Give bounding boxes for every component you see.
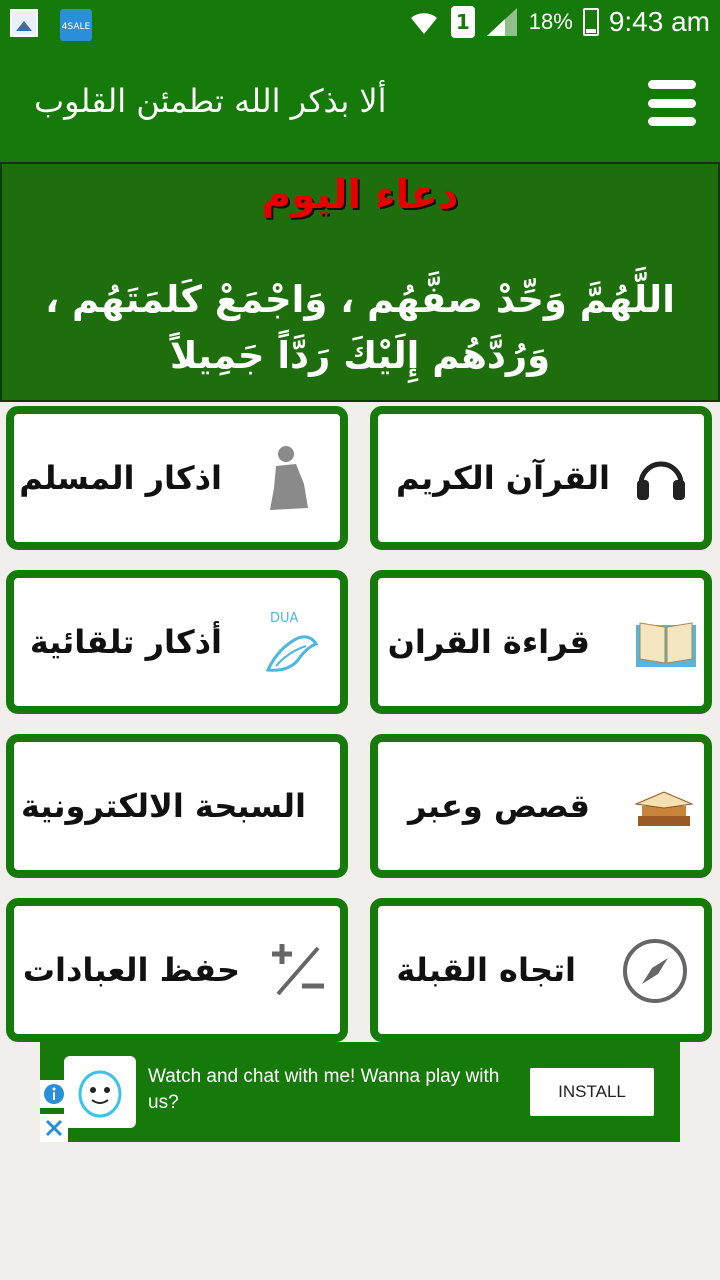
menu-label: حفظ العبادات <box>22 951 240 989</box>
wifi-icon <box>410 13 437 34</box>
signal-icon <box>486 8 517 36</box>
praying-person-icon <box>260 444 318 516</box>
clock-time: 9:43 am <box>608 6 710 37</box>
svg-text:DUA: DUA <box>270 611 299 626</box>
hamburger-menu-icon[interactable] <box>648 80 696 126</box>
dua-hands-icon: DUA <box>258 608 328 678</box>
menu-card-electronic-tasbih[interactable]: السبحة الالكترونية <box>6 734 348 878</box>
menu-label: اذكار المسلم <box>19 459 222 497</box>
menu-card-qibla-direction[interactable]: اتجاه القبلة <box>370 898 712 1042</box>
menu-label: قراءة القران <box>387 623 590 661</box>
ad-install-button[interactable]: INSTALL <box>530 1068 654 1116</box>
menu-card-muslim-adhkar[interactable]: اذكار المسلم <box>6 406 348 550</box>
menu-card-auto-adhkar[interactable]: DUA أذكار تلقائية <box>6 570 348 714</box>
sim-slot-indicator: 1 <box>450 6 475 38</box>
ad-banner[interactable]: Watch and chat with me! Wanna play with … <box>40 1042 680 1142</box>
books-stack-icon <box>632 778 696 836</box>
sale-badge-text: 4SALE <box>61 22 91 32</box>
battery-percent: 18% <box>528 9 573 34</box>
menu-label: قصص وعبر <box>408 787 590 825</box>
menu-label: اتجاه القبلة <box>396 951 576 989</box>
open-book-icon <box>634 614 698 672</box>
app-bar: ألا بذكر الله تطمئن القلوب <box>0 50 720 162</box>
menu-label: أذكار تلقائية <box>29 623 222 661</box>
plus-minus-icon <box>268 940 328 1000</box>
ad-text: Watch and chat with me! Wanna play with … <box>148 1066 500 1113</box>
headphones-icon <box>632 450 690 508</box>
status-bar: 4SALE 1 18% 9:43 am <box>0 0 720 50</box>
menu-label: السبحة الالكترونية <box>21 787 306 825</box>
gallery-notification-icon <box>10 9 38 37</box>
battery-icon <box>582 8 599 36</box>
compass-icon <box>620 936 690 1006</box>
sale-app-notification-icon: 4SALE <box>60 9 92 41</box>
dua-text: اللَّهُمَّ وَحِّدْ صفَّهُم ، وَاجْمَعْ ك… <box>45 278 675 377</box>
menu-card-worship-tracker[interactable]: حفظ العبادات <box>6 898 348 1042</box>
ad-app-logo <box>64 1056 136 1128</box>
dua-of-the-day-banner: دعاء اليوم اللَّهُمَّ وَحِّدْ صفَّهُم ، … <box>0 162 720 402</box>
app-title: ألا بذكر الله تطمئن القلوب <box>34 82 387 120</box>
menu-card-quran-audio[interactable]: القرآن الكريم <box>370 406 712 550</box>
menu-card-read-quran[interactable]: قراءة القران <box>370 570 712 714</box>
menu-card-stories[interactable]: قصص وعبر <box>370 734 712 878</box>
dua-title: دعاء اليوم <box>261 172 459 218</box>
menu-label: القرآن الكريم <box>396 459 610 497</box>
